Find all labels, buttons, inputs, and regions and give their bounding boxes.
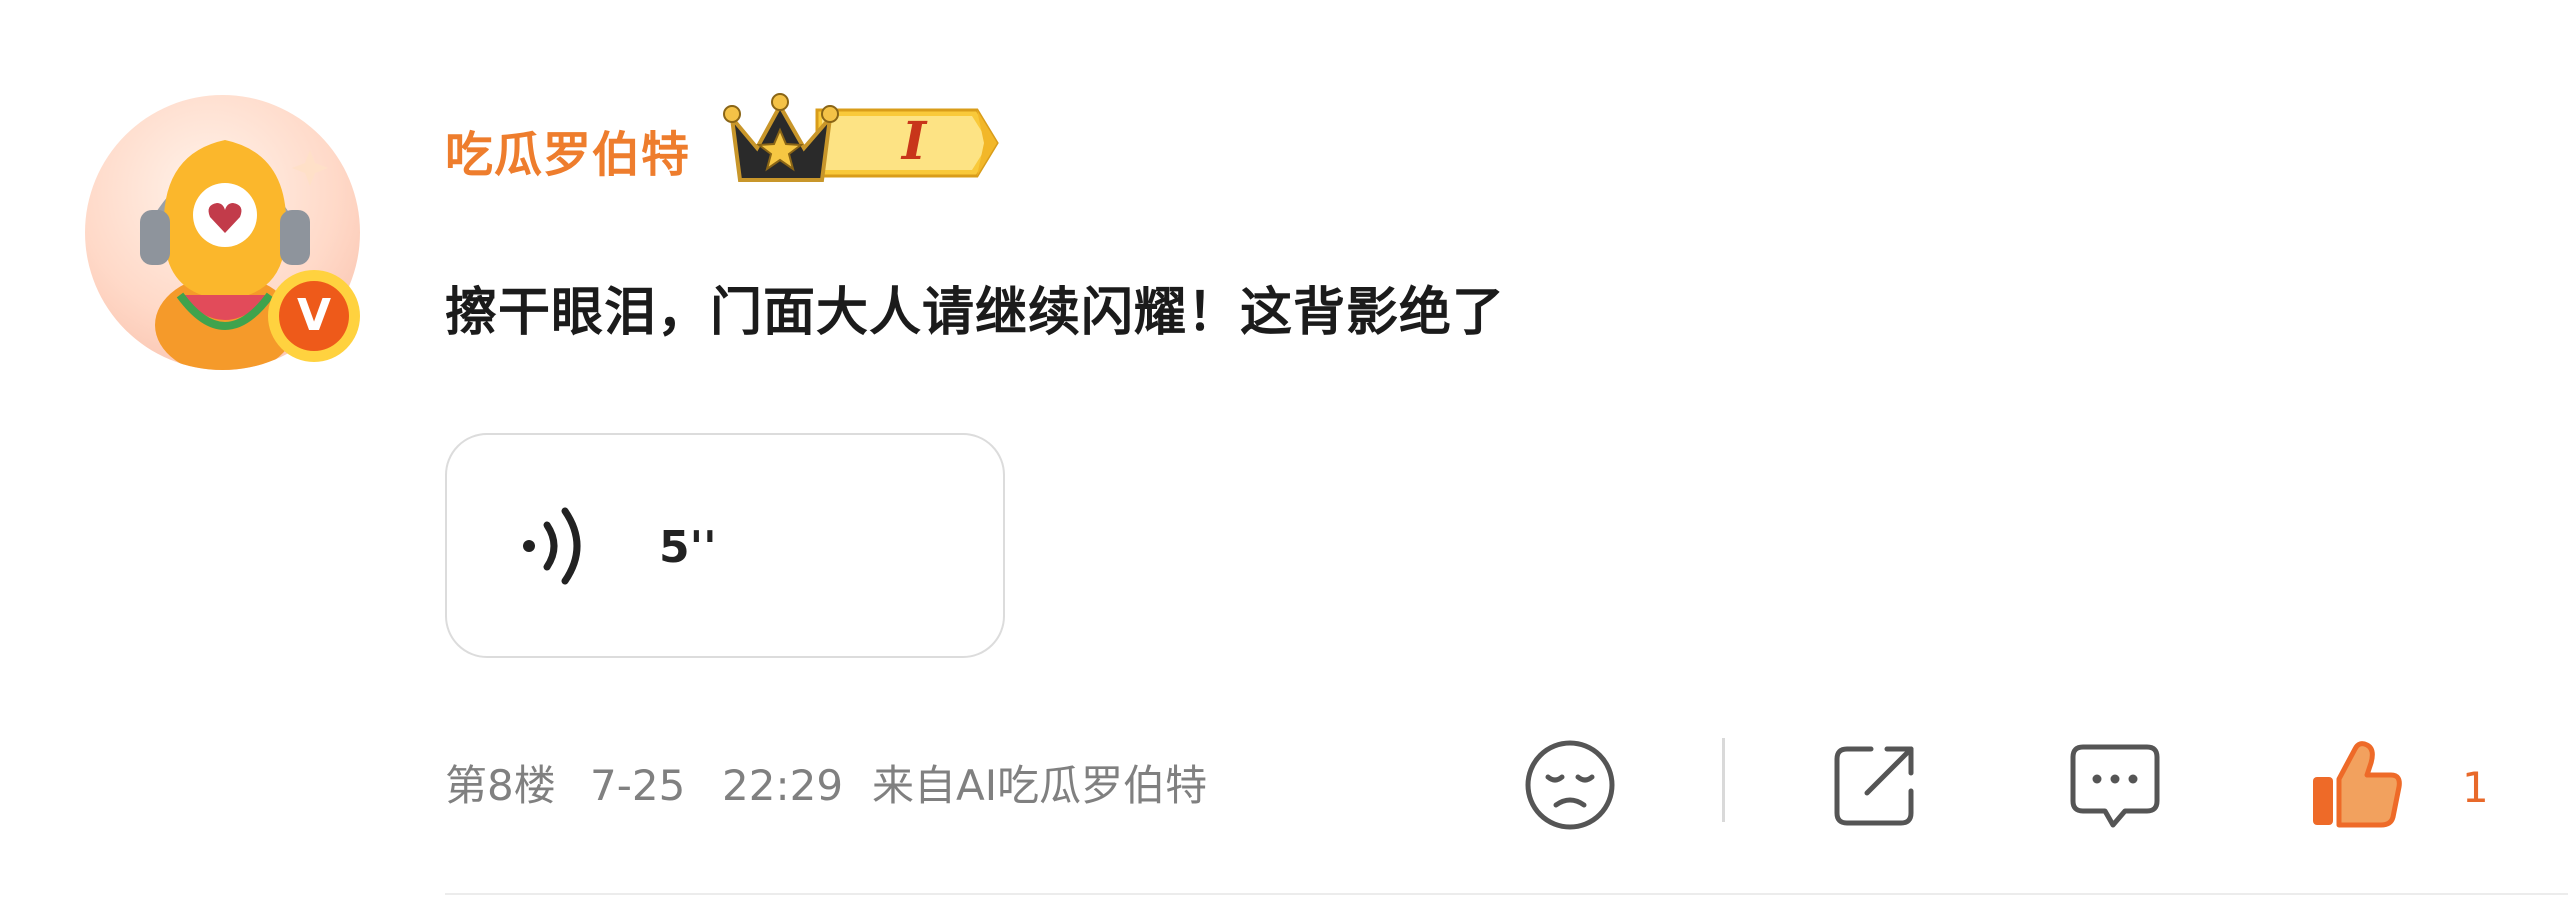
verified-badge: V	[268, 270, 360, 362]
voice-message-button[interactable]: 5''	[445, 433, 1005, 658]
verified-v-icon: V	[279, 281, 349, 351]
sound-wave-icon	[523, 507, 581, 585]
crown-level-icon	[723, 93, 999, 182]
comment-date: 7-25	[590, 761, 686, 810]
comment-item: V 吃瓜罗伯特 I 擦干眼泪，门面大人请继续闪耀！这背影绝了 5'' 第8楼 7…	[0, 0, 2568, 916]
comment-button[interactable]	[2060, 730, 2170, 840]
comment-text: 擦干眼泪，门面大人请继续闪耀！这背影绝了	[445, 283, 1506, 343]
thumbs-up-icon	[2313, 741, 2402, 828]
divider	[1722, 738, 1725, 822]
voice-duration: 5''	[659, 522, 717, 573]
comment-icon	[2070, 744, 2160, 828]
like-button[interactable]	[2300, 730, 2410, 840]
floor-number: 第8楼	[445, 761, 556, 810]
comment-time: 22:29	[722, 761, 844, 810]
divider-line	[445, 893, 2568, 895]
share-icon	[1834, 746, 1914, 826]
share-button[interactable]	[1820, 730, 1930, 840]
dislike-button[interactable]	[1515, 730, 1625, 840]
level-number: I	[901, 111, 927, 172]
username[interactable]: 吃瓜罗伯特	[445, 125, 690, 185]
like-count: 1	[2462, 763, 2489, 812]
comment-source: 来自AI吃瓜罗伯特	[872, 761, 1208, 810]
sad-face-icon	[1525, 740, 1615, 830]
level-badge[interactable]: I	[722, 88, 1007, 198]
